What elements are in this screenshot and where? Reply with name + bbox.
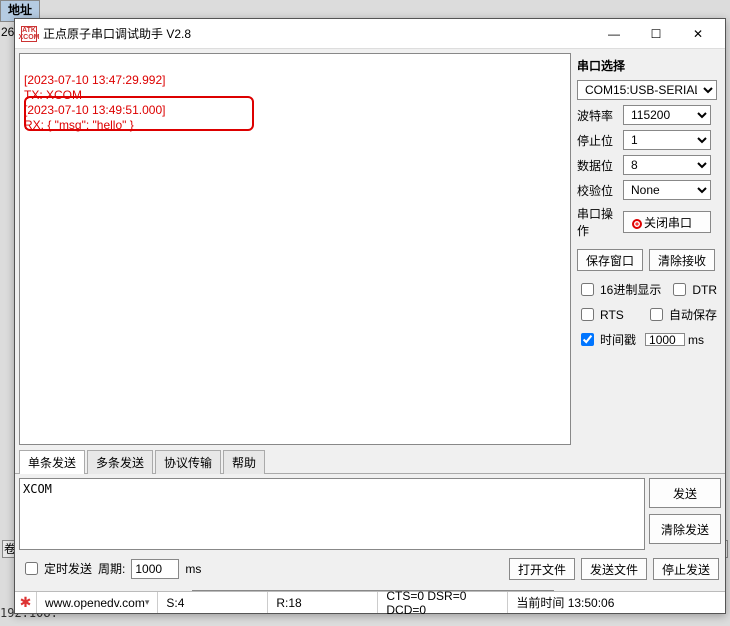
baud-label: 波特率 <box>577 107 619 124</box>
log-line: [2023-07-10 13:49:51.000] <box>24 103 165 117</box>
main-window: ATK XCOM 正点原子串口调试助手 V2.8 — ☐ ✕ [2023-07-… <box>14 18 726 614</box>
send-button[interactable]: 发送 <box>649 478 721 508</box>
log-line: [2023-07-10 13:47:29.992] <box>24 73 165 87</box>
send-file-button[interactable]: 发送文件 <box>581 558 647 580</box>
status-sent: S:4 <box>158 592 268 613</box>
app-icon: ATK XCOM <box>21 26 37 42</box>
maximize-button[interactable]: ☐ <box>635 20 677 48</box>
port-op-label: 串口操作 <box>577 205 619 239</box>
minimize-button[interactable]: — <box>593 20 635 48</box>
port-select-header: 串口选择 <box>577 57 717 74</box>
status-signals: CTS=0 DSR=0 DCD=0 <box>378 592 508 613</box>
rts-checkbox[interactable] <box>581 308 594 321</box>
period-label: 周期: <box>98 560 125 577</box>
tab-help[interactable]: 帮助 <box>223 450 265 474</box>
timestamp-label: 时间戳 <box>600 331 636 348</box>
log-line: TX: XCOM <box>24 88 82 102</box>
timed-send-checkbox[interactable] <box>25 562 38 575</box>
timestamp-unit: ms <box>688 333 704 347</box>
hex-display-label: 16进制显示 <box>600 281 661 298</box>
timestamp-input[interactable] <box>645 333 685 346</box>
baud-select[interactable]: 115200 <box>623 105 711 125</box>
status-bar: ✱ www.openedv.com S:4 R:18 CTS=0 DSR=0 D… <box>15 591 725 613</box>
clear-receive-button[interactable]: 清除接收 <box>649 249 715 271</box>
status-url[interactable]: www.openedv.com <box>37 592 158 613</box>
databit-select[interactable]: 8 <box>623 155 711 175</box>
autosave-checkbox[interactable] <box>650 308 663 321</box>
close-port-button[interactable]: 关闭串口 <box>623 211 711 233</box>
rts-label: RTS <box>600 308 624 322</box>
dtr-checkbox[interactable] <box>673 283 686 296</box>
record-icon <box>632 219 642 229</box>
save-window-button[interactable]: 保存窗口 <box>577 249 643 271</box>
timestamp-checkbox[interactable] <box>581 333 594 346</box>
stopbit-label: 停止位 <box>577 132 619 149</box>
period-input[interactable] <box>131 559 179 579</box>
status-recv: R:18 <box>268 592 378 613</box>
receive-textarea[interactable]: [2023-07-10 13:47:29.992] TX: XCOM [2023… <box>19 53 571 445</box>
clear-send-button[interactable]: 清除发送 <box>649 514 721 544</box>
status-time: 当前时间 13:50:06 <box>508 592 725 613</box>
timed-send-label: 定时发送 <box>44 560 92 577</box>
log-line: RX: { "msg": "hello" } <box>24 118 134 132</box>
open-file-button[interactable]: 打开文件 <box>509 558 575 580</box>
settings-gear-icon[interactable]: ✱ <box>15 592 37 613</box>
close-button[interactable]: ✕ <box>677 20 719 48</box>
port-select[interactable]: COM15:USB-SERIAL CH34 <box>577 80 717 100</box>
tab-protocol[interactable]: 协议传输 <box>155 450 221 474</box>
titlebar: ATK XCOM 正点原子串口调试助手 V2.8 — ☐ ✕ <box>15 19 725 49</box>
period-unit: ms <box>185 562 201 576</box>
window-title: 正点原子串口调试助手 V2.8 <box>43 25 593 42</box>
tab-single-send[interactable]: 单条发送 <box>19 450 85 474</box>
send-textarea[interactable] <box>19 478 645 550</box>
databit-label: 数据位 <box>577 157 619 174</box>
parity-select[interactable]: None <box>623 180 711 200</box>
settings-panel: 串口选择 COM15:USB-SERIAL CH34 波特率115200 停止位… <box>575 49 725 449</box>
send-tabs: 单条发送 多条发送 协议传输 帮助 <box>15 449 725 474</box>
autosave-label: 自动保存 <box>669 306 717 323</box>
parity-label: 校验位 <box>577 182 619 199</box>
stop-send-button[interactable]: 停止发送 <box>653 558 719 580</box>
tab-multi-send[interactable]: 多条发送 <box>87 450 153 474</box>
dtr-label: DTR <box>692 283 717 297</box>
hex-display-checkbox[interactable] <box>581 283 594 296</box>
stopbit-select[interactable]: 1 <box>623 130 711 150</box>
bg-number: 26 <box>1 25 14 39</box>
